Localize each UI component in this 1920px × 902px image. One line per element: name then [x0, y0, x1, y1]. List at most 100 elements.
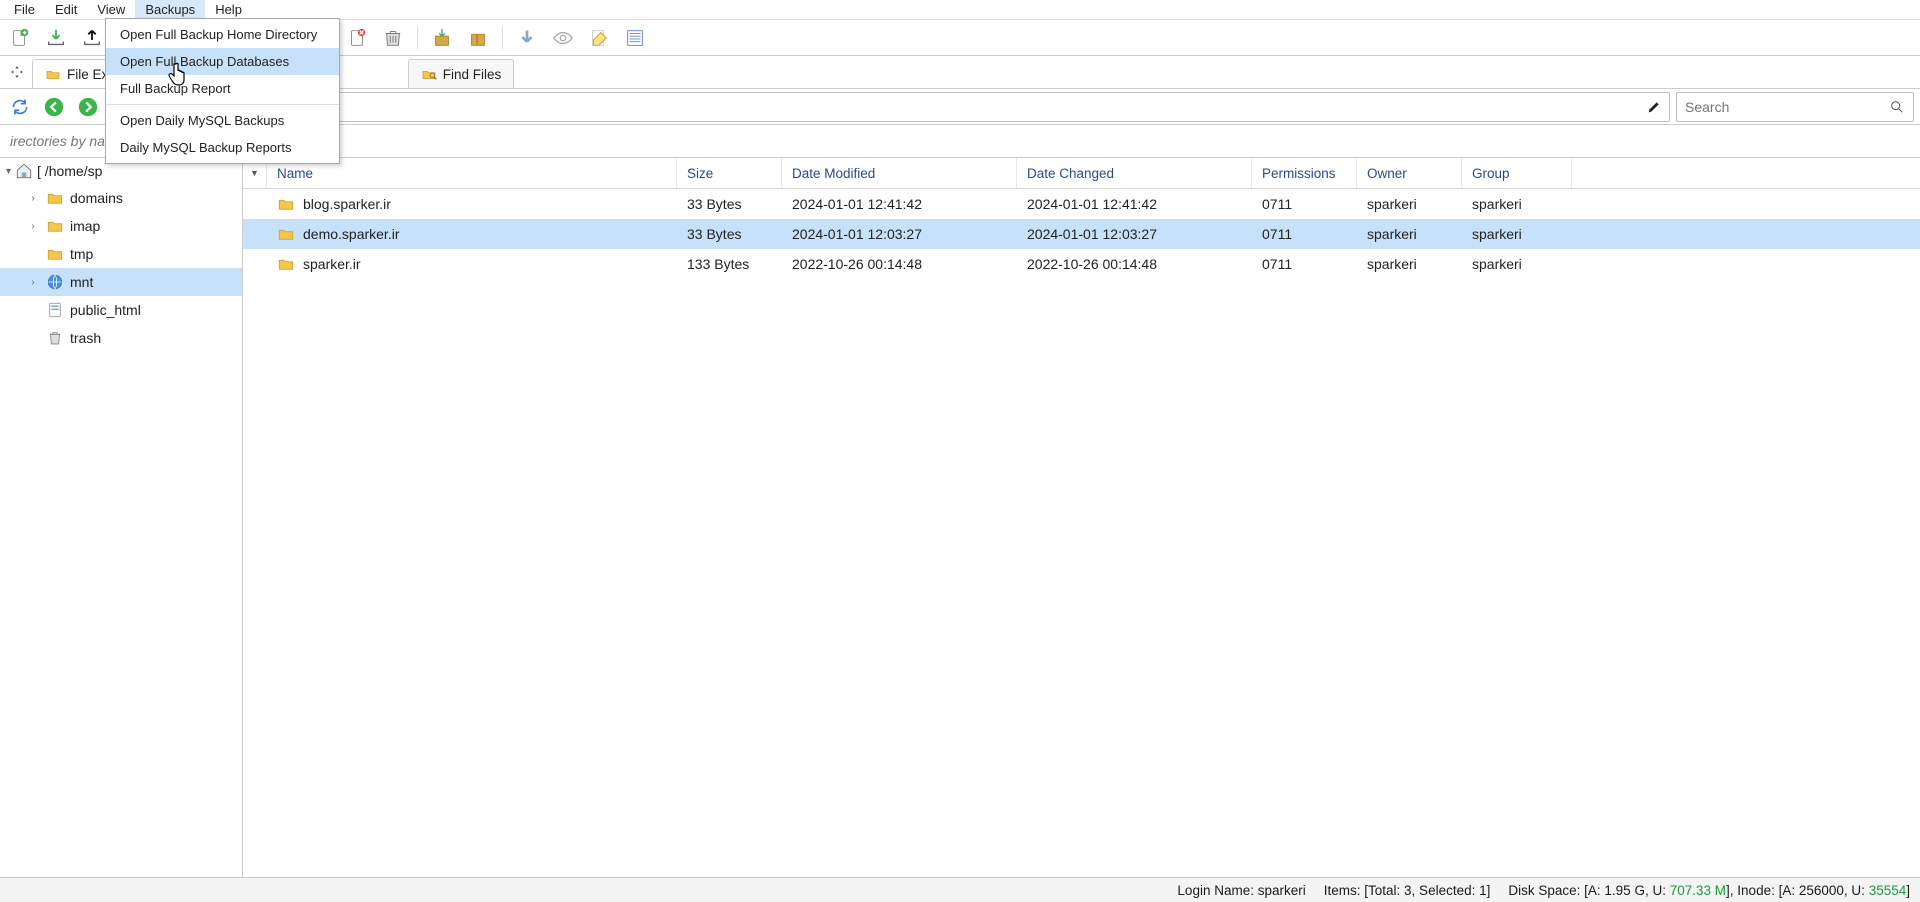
cell-name: sparker.ir — [267, 255, 677, 273]
tree-root-label: [ /home/sp — [37, 163, 102, 179]
file-icon — [46, 301, 64, 319]
tree-item-public_html[interactable]: public_html — [0, 296, 242, 324]
tree-item-domains[interactable]: › domains — [0, 184, 242, 212]
cell-group: sparkeri — [1462, 256, 1572, 272]
tree-item-label: public_html — [70, 302, 141, 318]
dropdown-daily-mysql-reports[interactable]: Daily MySQL Backup Reports — [106, 134, 339, 161]
tree-item-label: mnt — [70, 274, 93, 290]
status-disk: Disk Space: [A: 1.95 G, U: 707.33 M], In… — [1508, 883, 1910, 898]
extract-icon[interactable] — [428, 24, 456, 52]
folder-icon — [46, 189, 64, 207]
breadcrumb[interactable]: ackup ▶ domains ▶ — [108, 92, 1670, 122]
download-arrow-icon[interactable] — [513, 24, 541, 52]
file-list[interactable]: ▼ Name Size Date Modified Date Changed P… — [243, 158, 1920, 877]
nav-back-icon[interactable] — [40, 93, 68, 121]
edit-icon[interactable] — [585, 24, 613, 52]
status-login: Login Name: sparkeri — [1177, 883, 1305, 898]
download-icon[interactable] — [42, 24, 70, 52]
cell-size: 33 Bytes — [677, 196, 782, 212]
tab-find-files-label: Find Files — [443, 67, 502, 82]
search-input[interactable] — [1685, 99, 1889, 115]
menu-view[interactable]: View — [87, 0, 135, 19]
cell-changed: 2024-01-01 12:41:42 — [1017, 196, 1252, 212]
tab-find-files[interactable]: Find Files — [408, 59, 515, 88]
tree-item-imap[interactable]: › imap — [0, 212, 242, 240]
menu-backups[interactable]: Backups — [135, 0, 205, 19]
compress-icon[interactable] — [464, 24, 492, 52]
home-icon — [15, 162, 33, 180]
folder-icon — [277, 225, 295, 243]
menu-edit[interactable]: Edit — [45, 0, 87, 19]
cell-modified: 2024-01-01 12:03:27 — [782, 226, 1017, 242]
tree-item-label: domains — [70, 190, 123, 206]
upload-icon[interactable] — [78, 24, 106, 52]
menu-file[interactable]: File — [4, 0, 45, 19]
search-folder-icon — [421, 66, 437, 82]
col-changed[interactable]: Date Changed — [1017, 158, 1252, 188]
folder-icon — [46, 245, 64, 263]
status-items: Items: [Total: 3, Selected: 1] — [1324, 883, 1491, 898]
dropdown-separator — [106, 104, 339, 105]
delete-file-icon[interactable] — [343, 24, 371, 52]
dropdown-open-full-backup-home[interactable]: Open Full Backup Home Directory — [106, 21, 339, 48]
toolbar-separator — [502, 26, 503, 50]
tree-item-label: tmp — [70, 246, 93, 262]
cell-name: blog.sparker.ir — [267, 195, 677, 213]
menu-help[interactable]: Help — [205, 0, 252, 19]
cell-owner: sparkeri — [1357, 196, 1462, 212]
backups-dropdown[interactable]: Open Full Backup Home Directory Open Ful… — [105, 18, 340, 164]
cell-modified: 2022-10-26 00:14:48 — [782, 256, 1017, 272]
select-all-icon[interactable] — [621, 24, 649, 52]
dropdown-full-backup-report[interactable]: Full Backup Report — [106, 75, 339, 102]
expand-icon[interactable]: › — [26, 221, 40, 232]
tree-item-mnt[interactable]: › mnt — [0, 268, 242, 296]
cell-owner: sparkeri — [1357, 226, 1462, 242]
cell-owner: sparkeri — [1357, 256, 1462, 272]
folder-open-icon — [45, 66, 61, 82]
trash-icon[interactable] — [379, 24, 407, 52]
col-size[interactable]: Size — [677, 158, 782, 188]
dropdown-open-daily-mysql[interactable]: Open Daily MySQL Backups — [106, 107, 339, 134]
folder-tree[interactable]: ▾ [ /home/sp ›domains›imaptmp›mntpublic_… — [0, 158, 243, 877]
search-box[interactable] — [1676, 92, 1914, 122]
main-split: ▾ [ /home/sp ›domains›imaptmp›mntpublic_… — [0, 158, 1920, 877]
column-header: ▼ Name Size Date Modified Date Changed P… — [243, 158, 1920, 189]
dropdown-open-full-backup-databases[interactable]: Open Full Backup Databases — [106, 48, 339, 75]
cell-name: demo.sparker.ir — [267, 225, 677, 243]
cell-size: 33 Bytes — [677, 226, 782, 242]
edit-path-icon[interactable] — [1643, 96, 1665, 118]
col-modified[interactable]: Date Modified — [782, 158, 1017, 188]
expand-icon[interactable]: › — [26, 193, 40, 204]
cell-size: 133 Bytes — [677, 256, 782, 272]
folder-icon — [277, 195, 295, 213]
cell-perm: 0711 — [1252, 256, 1357, 272]
preview-icon[interactable] — [549, 24, 577, 52]
table-row[interactable]: sparker.ir133 Bytes2022-10-26 00:14:4820… — [243, 249, 1920, 279]
col-group[interactable]: Group — [1462, 158, 1572, 188]
tree-item-label: trash — [70, 330, 101, 346]
cell-modified: 2024-01-01 12:41:42 — [782, 196, 1017, 212]
cell-changed: 2022-10-26 00:14:48 — [1017, 256, 1252, 272]
new-file-icon[interactable] — [6, 24, 34, 52]
table-row[interactable]: blog.sparker.ir33 Bytes2024-01-01 12:41:… — [243, 189, 1920, 219]
folder-icon — [277, 255, 295, 273]
tree-item-label: imap — [70, 218, 100, 234]
tree-item-tmp[interactable]: tmp — [0, 240, 242, 268]
globe-icon — [46, 273, 64, 291]
cell-perm: 0711 — [1252, 226, 1357, 242]
status-bar: Login Name: sparkeri Items: [Total: 3, S… — [0, 877, 1920, 902]
table-row[interactable]: demo.sparker.ir33 Bytes2024-01-01 12:03:… — [243, 219, 1920, 249]
col-owner[interactable]: Owner — [1357, 158, 1462, 188]
cell-perm: 0711 — [1252, 196, 1357, 212]
expand-icon[interactable]: › — [26, 277, 40, 288]
nav-forward-icon[interactable] — [74, 93, 102, 121]
refresh-icon[interactable] — [6, 93, 34, 121]
tree-item-trash[interactable]: trash — [0, 324, 242, 352]
menubar: File Edit View Backups Help — [0, 0, 1920, 20]
search-icon — [1889, 99, 1905, 115]
col-permissions[interactable]: Permissions — [1252, 158, 1357, 188]
trash-icon — [46, 329, 64, 347]
toolbar-separator — [417, 26, 418, 50]
drag-handle-icon[interactable] — [2, 56, 32, 88]
cell-changed: 2024-01-01 12:03:27 — [1017, 226, 1252, 242]
